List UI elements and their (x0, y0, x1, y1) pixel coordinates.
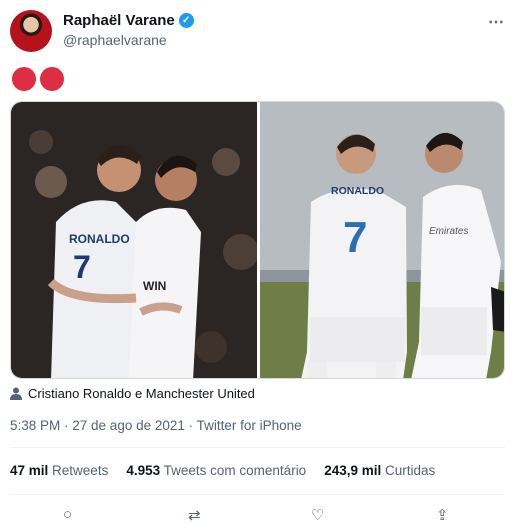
likes-count: 243,9 mil (324, 463, 382, 478)
person-icon (10, 387, 22, 400)
share-icon[interactable]: ⇪ (436, 506, 449, 524)
quotes-stat[interactable]: 4.953 Tweets com comentário (126, 463, 306, 478)
red-circle-emoji (40, 67, 64, 91)
author-handle[interactable]: @raphaelvarane (63, 32, 167, 48)
left-jersey-sponsor: WIN (143, 279, 166, 293)
divider (10, 494, 505, 495)
photo-left[interactable]: RONALDO 7 WIN (11, 102, 259, 379)
tweet-timestamp[interactable]: 5:38 PM · 27 de ago de 2021 · Twitter fo… (10, 418, 302, 433)
more-options-icon[interactable]: ⋯ (488, 12, 505, 32)
red-circle-emoji (12, 67, 36, 91)
avatar[interactable] (10, 10, 52, 52)
retweets-label: Retweets (52, 463, 109, 478)
retweet-icon[interactable]: ⇄ (188, 506, 201, 524)
tweet-stats: 47 mil Retweets 4.953 Tweets com comentá… (10, 463, 435, 478)
verified-badge-icon: ✓ (178, 13, 194, 28)
left-jersey-number: 7 (73, 249, 91, 285)
like-icon[interactable]: ♡ (311, 506, 324, 524)
retweets-count: 47 mil (10, 463, 49, 478)
author-name[interactable]: Raphaël Varane (63, 12, 175, 29)
left-jersey-name: RONALDO (69, 232, 130, 246)
likes-label: Curtidas (385, 463, 436, 478)
likes-stat[interactable]: 243,9 mil Curtidas (324, 463, 435, 478)
retweets-stat[interactable]: 47 mil Retweets (10, 463, 108, 478)
right-jersey-sponsor: Emirates (429, 226, 468, 237)
photo-right[interactable]: RONALDO 7 Emirates (260, 102, 505, 379)
right-jersey-name: RONALDO (331, 185, 384, 197)
tagged-people-label[interactable]: Cristiano Ronaldo e Manchester United (28, 386, 255, 401)
media-grid[interactable]: RONALDO 7 WIN RONALDO 7 Emirates (10, 101, 505, 379)
divider (10, 447, 505, 448)
tagged-people[interactable]: Cristiano Ronaldo e Manchester United (10, 386, 255, 401)
author-name-row[interactable]: Raphaël Varane ✓ (63, 12, 194, 29)
quotes-count: 4.953 (126, 463, 161, 478)
right-jersey-number: 7 (343, 213, 367, 262)
reply-icon[interactable]: ○ (63, 506, 72, 523)
quotes-label: Tweets com comentário (163, 463, 307, 478)
